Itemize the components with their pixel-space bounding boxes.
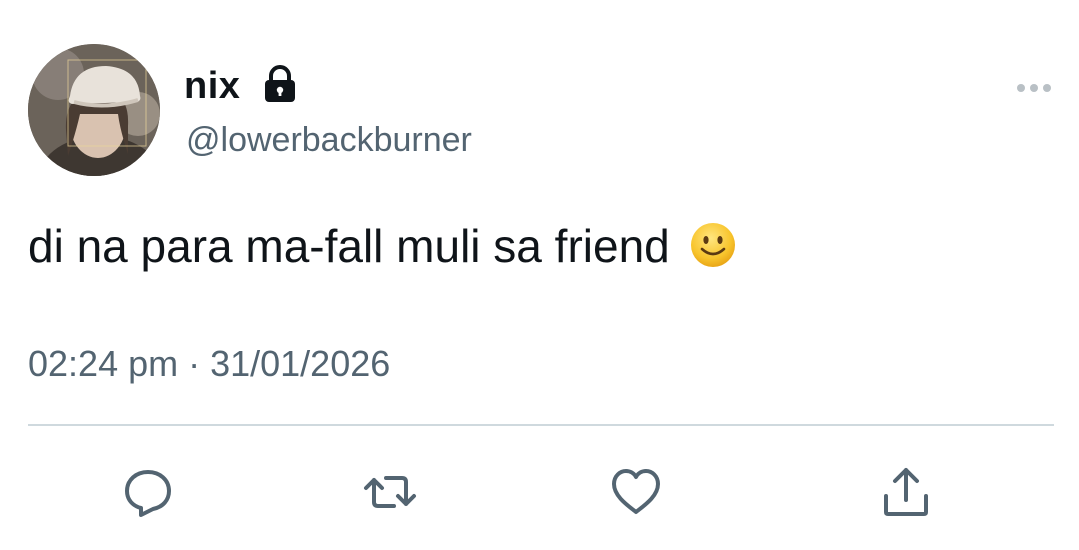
- share-button[interactable]: [876, 462, 936, 522]
- tweet-body: di na para ma-fall muli sa friend: [28, 220, 670, 272]
- retweet-button[interactable]: [360, 462, 420, 522]
- lock-icon: [265, 65, 295, 102]
- share-icon: [884, 468, 928, 516]
- heart-icon: [612, 469, 660, 514]
- more-dot-icon: [1043, 84, 1051, 92]
- reply-icon: [125, 470, 171, 517]
- divider: [28, 424, 1054, 426]
- more-dot-icon: [1017, 84, 1025, 92]
- avatar-photo: [28, 44, 160, 176]
- more-dot-icon: [1030, 84, 1038, 92]
- reply-button[interactable]: [118, 462, 178, 522]
- tweet-timestamp[interactable]: 02:24 pm · 31/01/2026: [28, 340, 390, 388]
- retweet-icon: [364, 476, 416, 508]
- display-name[interactable]: nix: [184, 64, 240, 108]
- avatar[interactable]: [28, 44, 160, 176]
- user-handle[interactable]: @lowerbackburner: [186, 118, 472, 162]
- tweet-text: di na para ma-fall muli sa friend: [28, 216, 737, 276]
- more-options-button[interactable]: [1010, 76, 1058, 100]
- slightly-smiling-face-icon: [690, 223, 735, 267]
- like-button[interactable]: [606, 462, 666, 522]
